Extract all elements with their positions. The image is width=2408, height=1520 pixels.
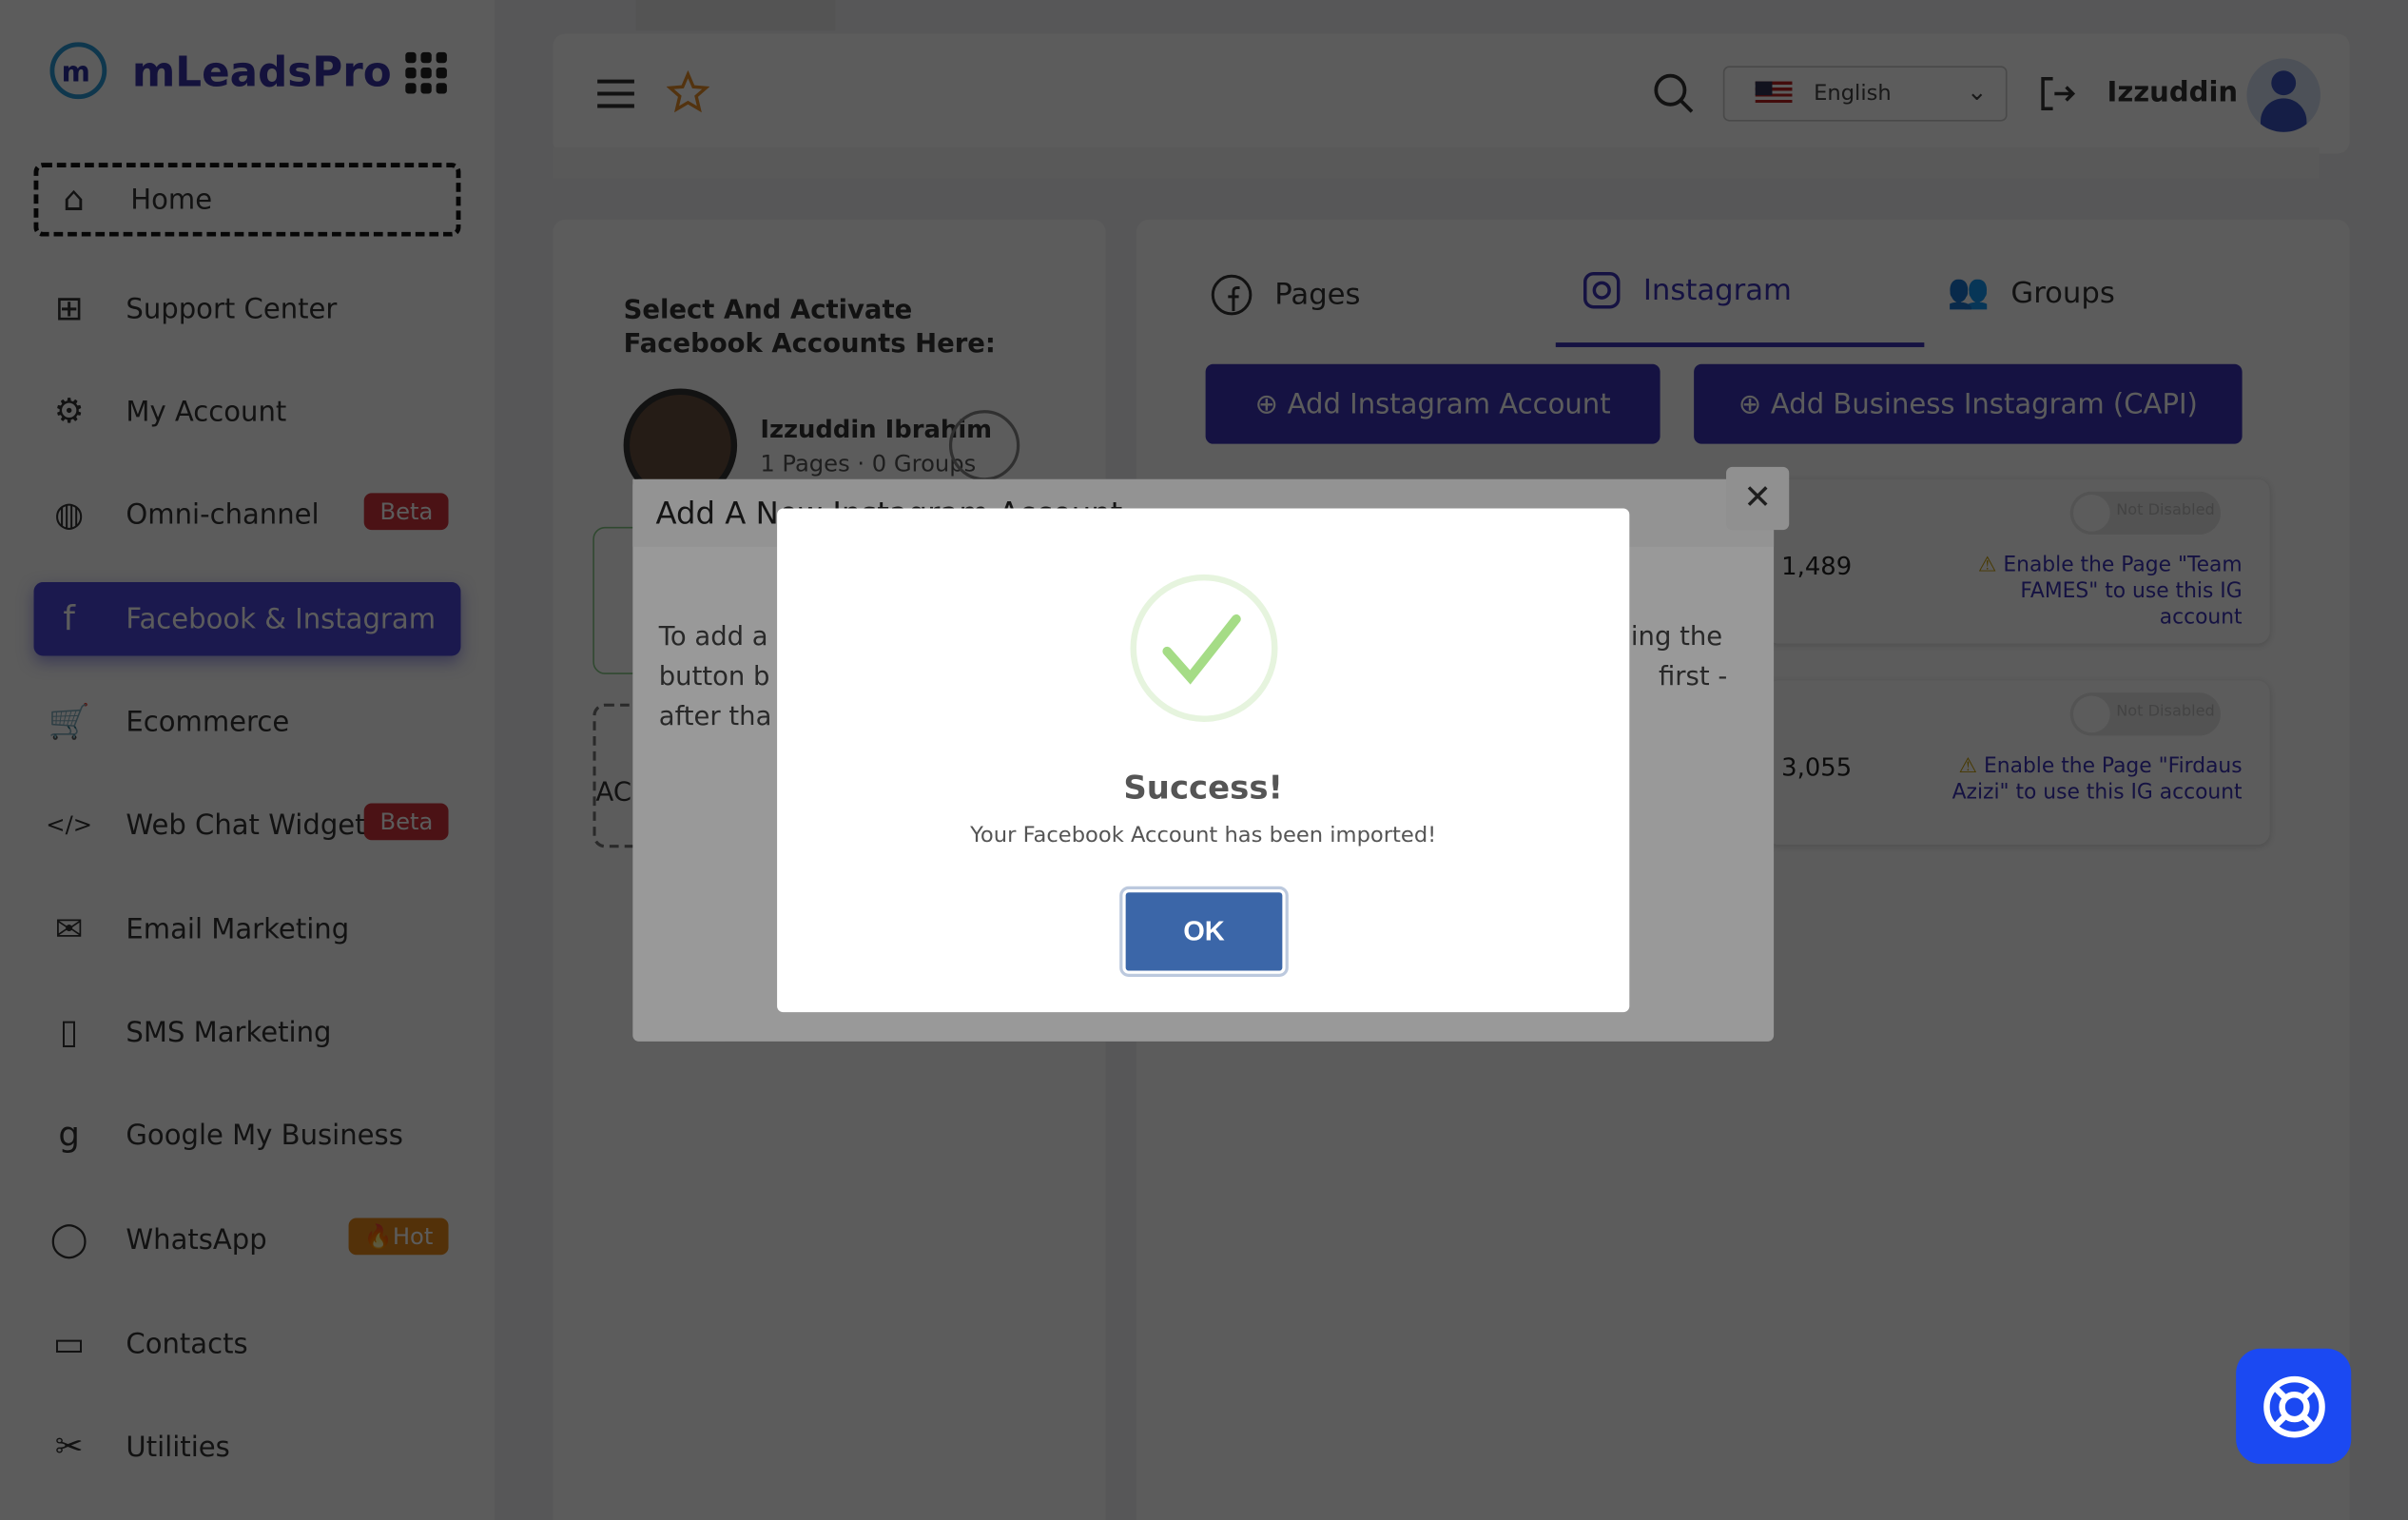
success-dialog: Success! Your Facebook Account has been … — [777, 508, 1630, 1013]
support-button[interactable] — [2236, 1348, 2352, 1464]
alert-title: Success! — [1123, 770, 1283, 807]
ok-button[interactable]: OK — [1119, 886, 1289, 978]
alert-message: Your Facebook Account has been imported! — [970, 823, 1437, 848]
lifebuoy-icon — [2262, 1375, 2324, 1437]
success-check-icon — [1130, 574, 1278, 722]
